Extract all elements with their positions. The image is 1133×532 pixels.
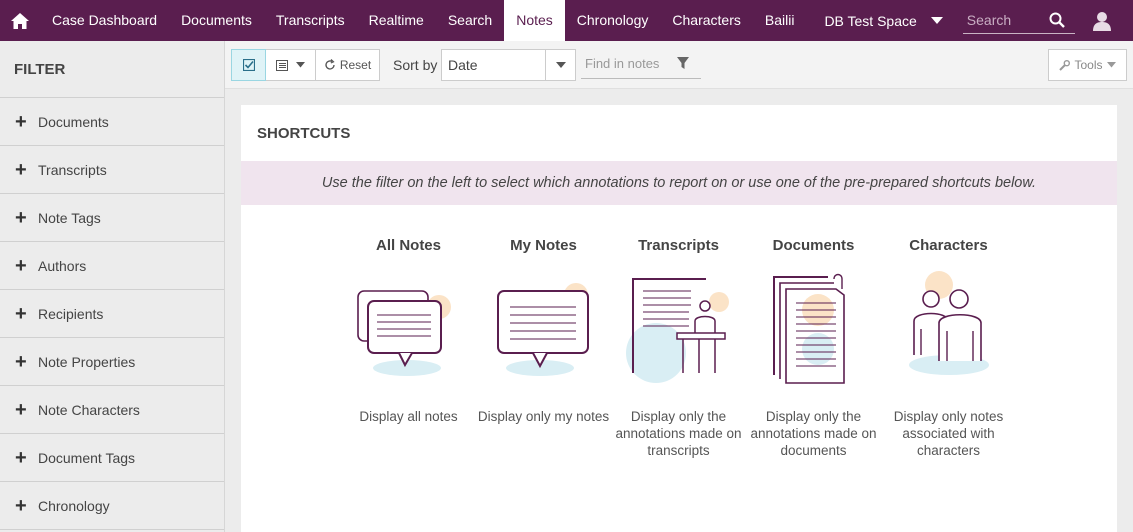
home-icon: [11, 12, 29, 29]
filter-recipients[interactable]: + Recipients: [0, 290, 224, 338]
all-notes-illustration: [357, 290, 451, 376]
characters-illustration: [909, 271, 989, 375]
plus-icon: +: [15, 350, 27, 373]
plus-icon: +: [15, 302, 27, 325]
chevron-down-icon: [1106, 62, 1116, 68]
shortcuts-title: SHORTCUTS: [257, 125, 351, 142]
sort-caret[interactable]: [545, 50, 575, 80]
shortcut-title: Transcripts: [638, 237, 719, 254]
nav-case-dashboard[interactable]: Case Dashboard: [40, 0, 169, 41]
filter-label: Transcripts: [38, 161, 107, 178]
filter-label: Documents: [38, 113, 109, 130]
filter-label: Authors: [38, 257, 87, 274]
view-mode-button[interactable]: [266, 49, 316, 81]
checkbox-icon: [242, 59, 255, 71]
space-select[interactable]: DB Test Space: [824, 0, 943, 41]
shortcut-title: All Notes: [375, 237, 441, 254]
space-name: DB Test Space: [824, 12, 917, 29]
shortcut-description: Display only the annotations made on tra…: [615, 409, 742, 458]
filter-documents[interactable]: + Documents: [0, 98, 224, 146]
nav-bailii[interactable]: Bailii: [753, 0, 807, 41]
shortcut-title: My Notes: [510, 237, 577, 254]
transcripts-illustration: [626, 278, 729, 383]
filter-label: Document Tags: [38, 449, 136, 466]
nav-chronology[interactable]: Chronology: [565, 0, 661, 41]
user-menu-button[interactable]: [1087, 0, 1117, 41]
shortcut-description: Display only the annotations made on doc…: [750, 409, 877, 458]
shortcut-characters[interactable]: Characters Display only notes associated…: [881, 237, 1016, 459]
shortcut-description: Display only notes associated with chara…: [893, 409, 1004, 458]
filter-chronology[interactable]: + Chronology: [0, 482, 224, 530]
filter-label: Note Characters: [38, 401, 140, 418]
nav-characters[interactable]: Characters: [660, 0, 752, 41]
list-view-icon: [276, 59, 288, 71]
search-input[interactable]: [962, 12, 1049, 28]
filter-sidebar: FILTER + Documents + Transcripts + Note Tag…: [0, 41, 225, 532]
shortcut-transcripts[interactable]: Transcripts Display only the annotations…: [611, 237, 746, 459]
reset-button[interactable]: Reset: [316, 49, 380, 81]
sort-value: Date: [448, 57, 478, 73]
plus-icon: +: [15, 398, 27, 421]
nav-documents[interactable]: Documents: [169, 0, 264, 41]
chevron-down-icon: [930, 16, 943, 24]
filter-note-properties[interactable]: + Note Properties: [0, 338, 224, 386]
plus-icon: +: [15, 494, 27, 517]
global-search: [962, 8, 1075, 34]
filter-transcripts[interactable]: + Transcripts: [0, 146, 224, 194]
plus-icon: +: [15, 446, 27, 469]
shortcuts-hint-banner: Use the filter on the left to select whi…: [241, 161, 1117, 205]
home-button[interactable]: [0, 0, 40, 41]
plus-icon: +: [15, 110, 27, 133]
filter-note-characters[interactable]: + Note Characters: [0, 386, 224, 434]
top-nav: Case Dashboard Documents Transcripts Rea…: [0, 0, 1133, 41]
user-icon: [1092, 11, 1111, 31]
sort-by-label: Sort by: [393, 57, 438, 73]
filter-document-tags[interactable]: + Document Tags: [0, 434, 224, 482]
toolbar-button-group: Reset: [231, 49, 380, 81]
shortcut-title: Characters: [909, 237, 988, 254]
filter-label: Chronology: [38, 497, 110, 514]
notes-toolbar: Reset Sort by Date Tools: [225, 41, 1133, 89]
filter-funnel-icon[interactable]: [677, 57, 689, 70]
filter-note-tags[interactable]: + Note Tags: [0, 194, 224, 242]
shortcut-description: Display only my notes: [477, 409, 610, 424]
filter-label: Note Tags: [38, 209, 101, 226]
filter-label: Note Properties: [38, 353, 136, 370]
filter-title: FILTER: [0, 41, 224, 98]
my-notes-illustration: [497, 283, 589, 376]
shortcut-title: Documents: [772, 237, 855, 254]
plus-icon: +: [15, 206, 27, 229]
reset-label: Reset: [339, 58, 372, 72]
shortcut-documents[interactable]: Documents Display only the annotations m…: [746, 237, 881, 459]
sort-select[interactable]: Date: [441, 49, 576, 81]
find-in-notes: [581, 49, 701, 79]
shortcut-all-notes[interactable]: All Notes Display all notes: [341, 237, 476, 425]
plus-icon: +: [15, 158, 27, 181]
find-in-notes-input[interactable]: [581, 56, 677, 71]
wrench-icon: [1059, 59, 1071, 71]
filter-label: Recipients: [38, 305, 104, 322]
filter-authors[interactable]: + Authors: [0, 242, 224, 290]
plus-icon: +: [15, 254, 27, 277]
search-icon[interactable]: [1049, 12, 1065, 28]
nav-realtime[interactable]: Realtime: [357, 0, 436, 41]
refresh-icon: [325, 59, 335, 70]
select-mode-button[interactable]: [231, 49, 266, 81]
documents-illustration: [773, 273, 845, 384]
chevron-down-icon: [555, 62, 566, 68]
tools-button[interactable]: Tools: [1048, 49, 1127, 81]
shortcut-my-notes[interactable]: My Notes Display only my notes: [476, 237, 611, 425]
shortcuts-panel: SHORTCUTS Use the filter on the left to …: [241, 105, 1117, 532]
shortcut-description: Display all notes: [359, 409, 458, 424]
tools-label: Tools: [1074, 58, 1103, 72]
chevron-down-icon: [296, 62, 305, 68]
nav-notes[interactable]: Notes: [504, 0, 565, 41]
nav-transcripts[interactable]: Transcripts: [264, 0, 357, 41]
nav-search[interactable]: Search: [436, 0, 504, 41]
